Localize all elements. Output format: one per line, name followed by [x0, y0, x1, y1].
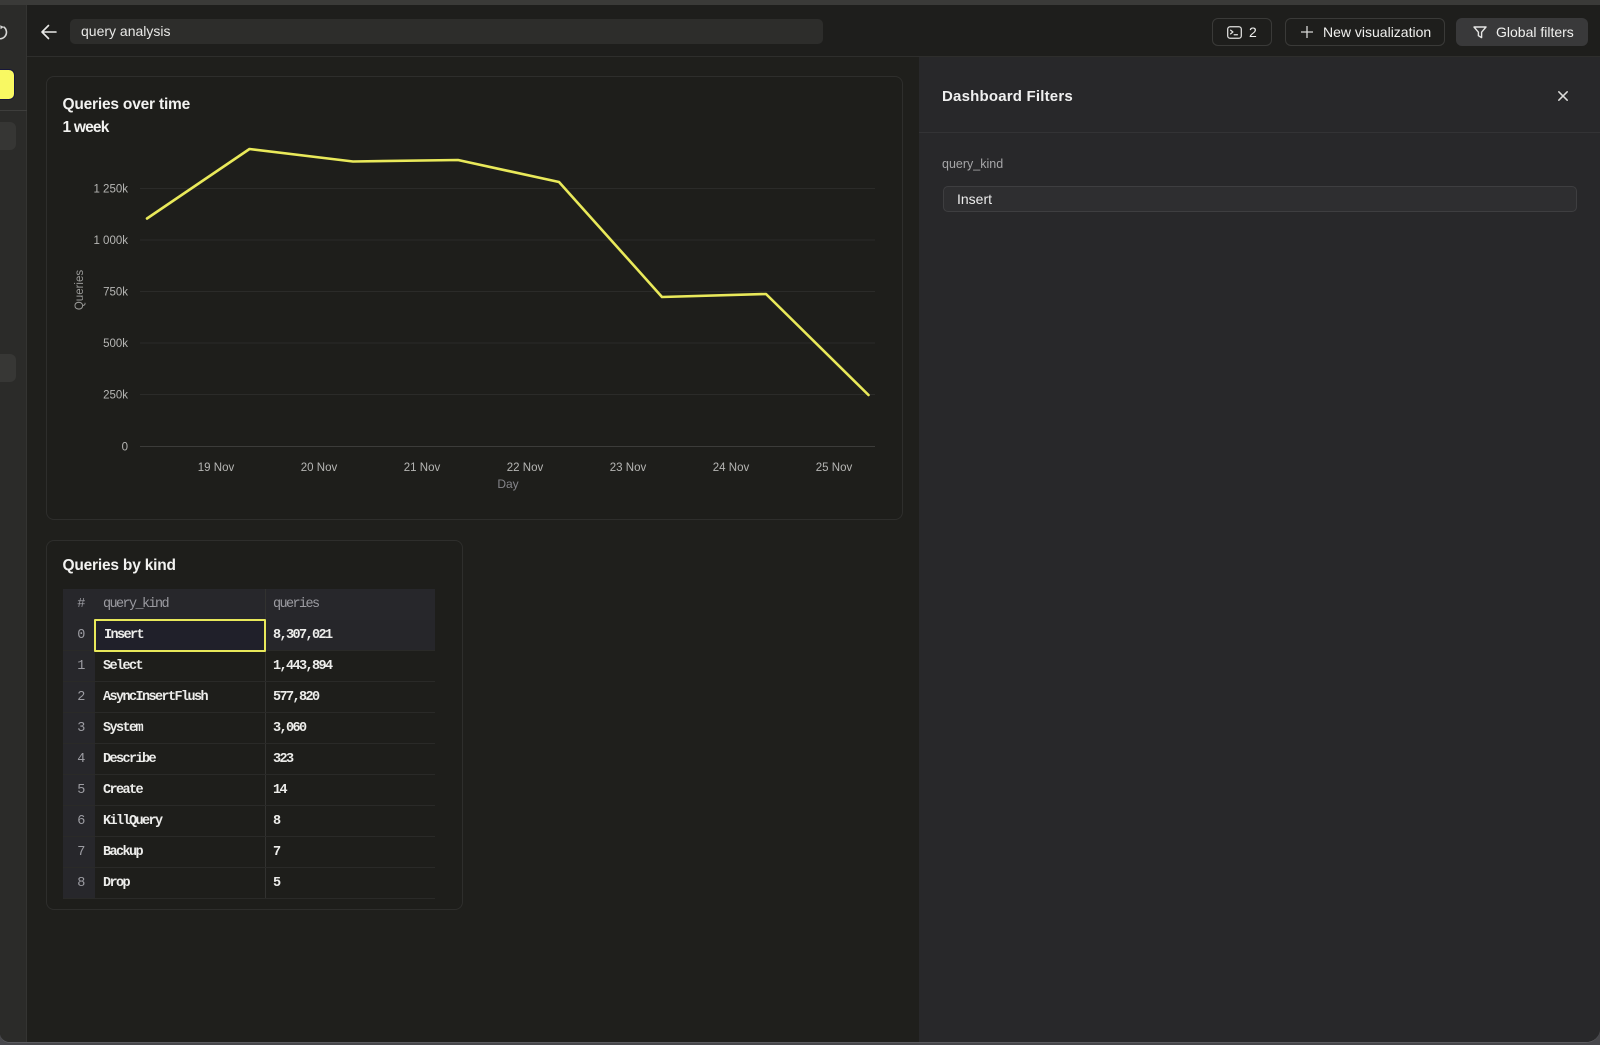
svg-text:Queries: Queries [74, 270, 86, 311]
svg-text:1 000k: 1 000k [93, 235, 128, 247]
svg-text:22 Nov: 22 Nov [507, 462, 544, 474]
svg-text:1 250k: 1 250k [93, 184, 128, 196]
svg-text:500k: 500k [103, 338, 128, 350]
svg-text:19 Nov: 19 Nov [198, 462, 235, 474]
svg-text:21 Nov: 21 Nov [404, 462, 441, 474]
svg-text:23 Nov: 23 Nov [610, 462, 647, 474]
svg-text:Day: Day [497, 477, 518, 491]
svg-text:750k: 750k [103, 287, 128, 299]
svg-text:250k: 250k [103, 390, 128, 402]
svg-text:25 Nov: 25 Nov [816, 462, 853, 474]
svg-text:24 Nov: 24 Nov [713, 462, 750, 474]
svg-text:20 Nov: 20 Nov [301, 462, 338, 474]
svg-text:0: 0 [122, 442, 128, 454]
